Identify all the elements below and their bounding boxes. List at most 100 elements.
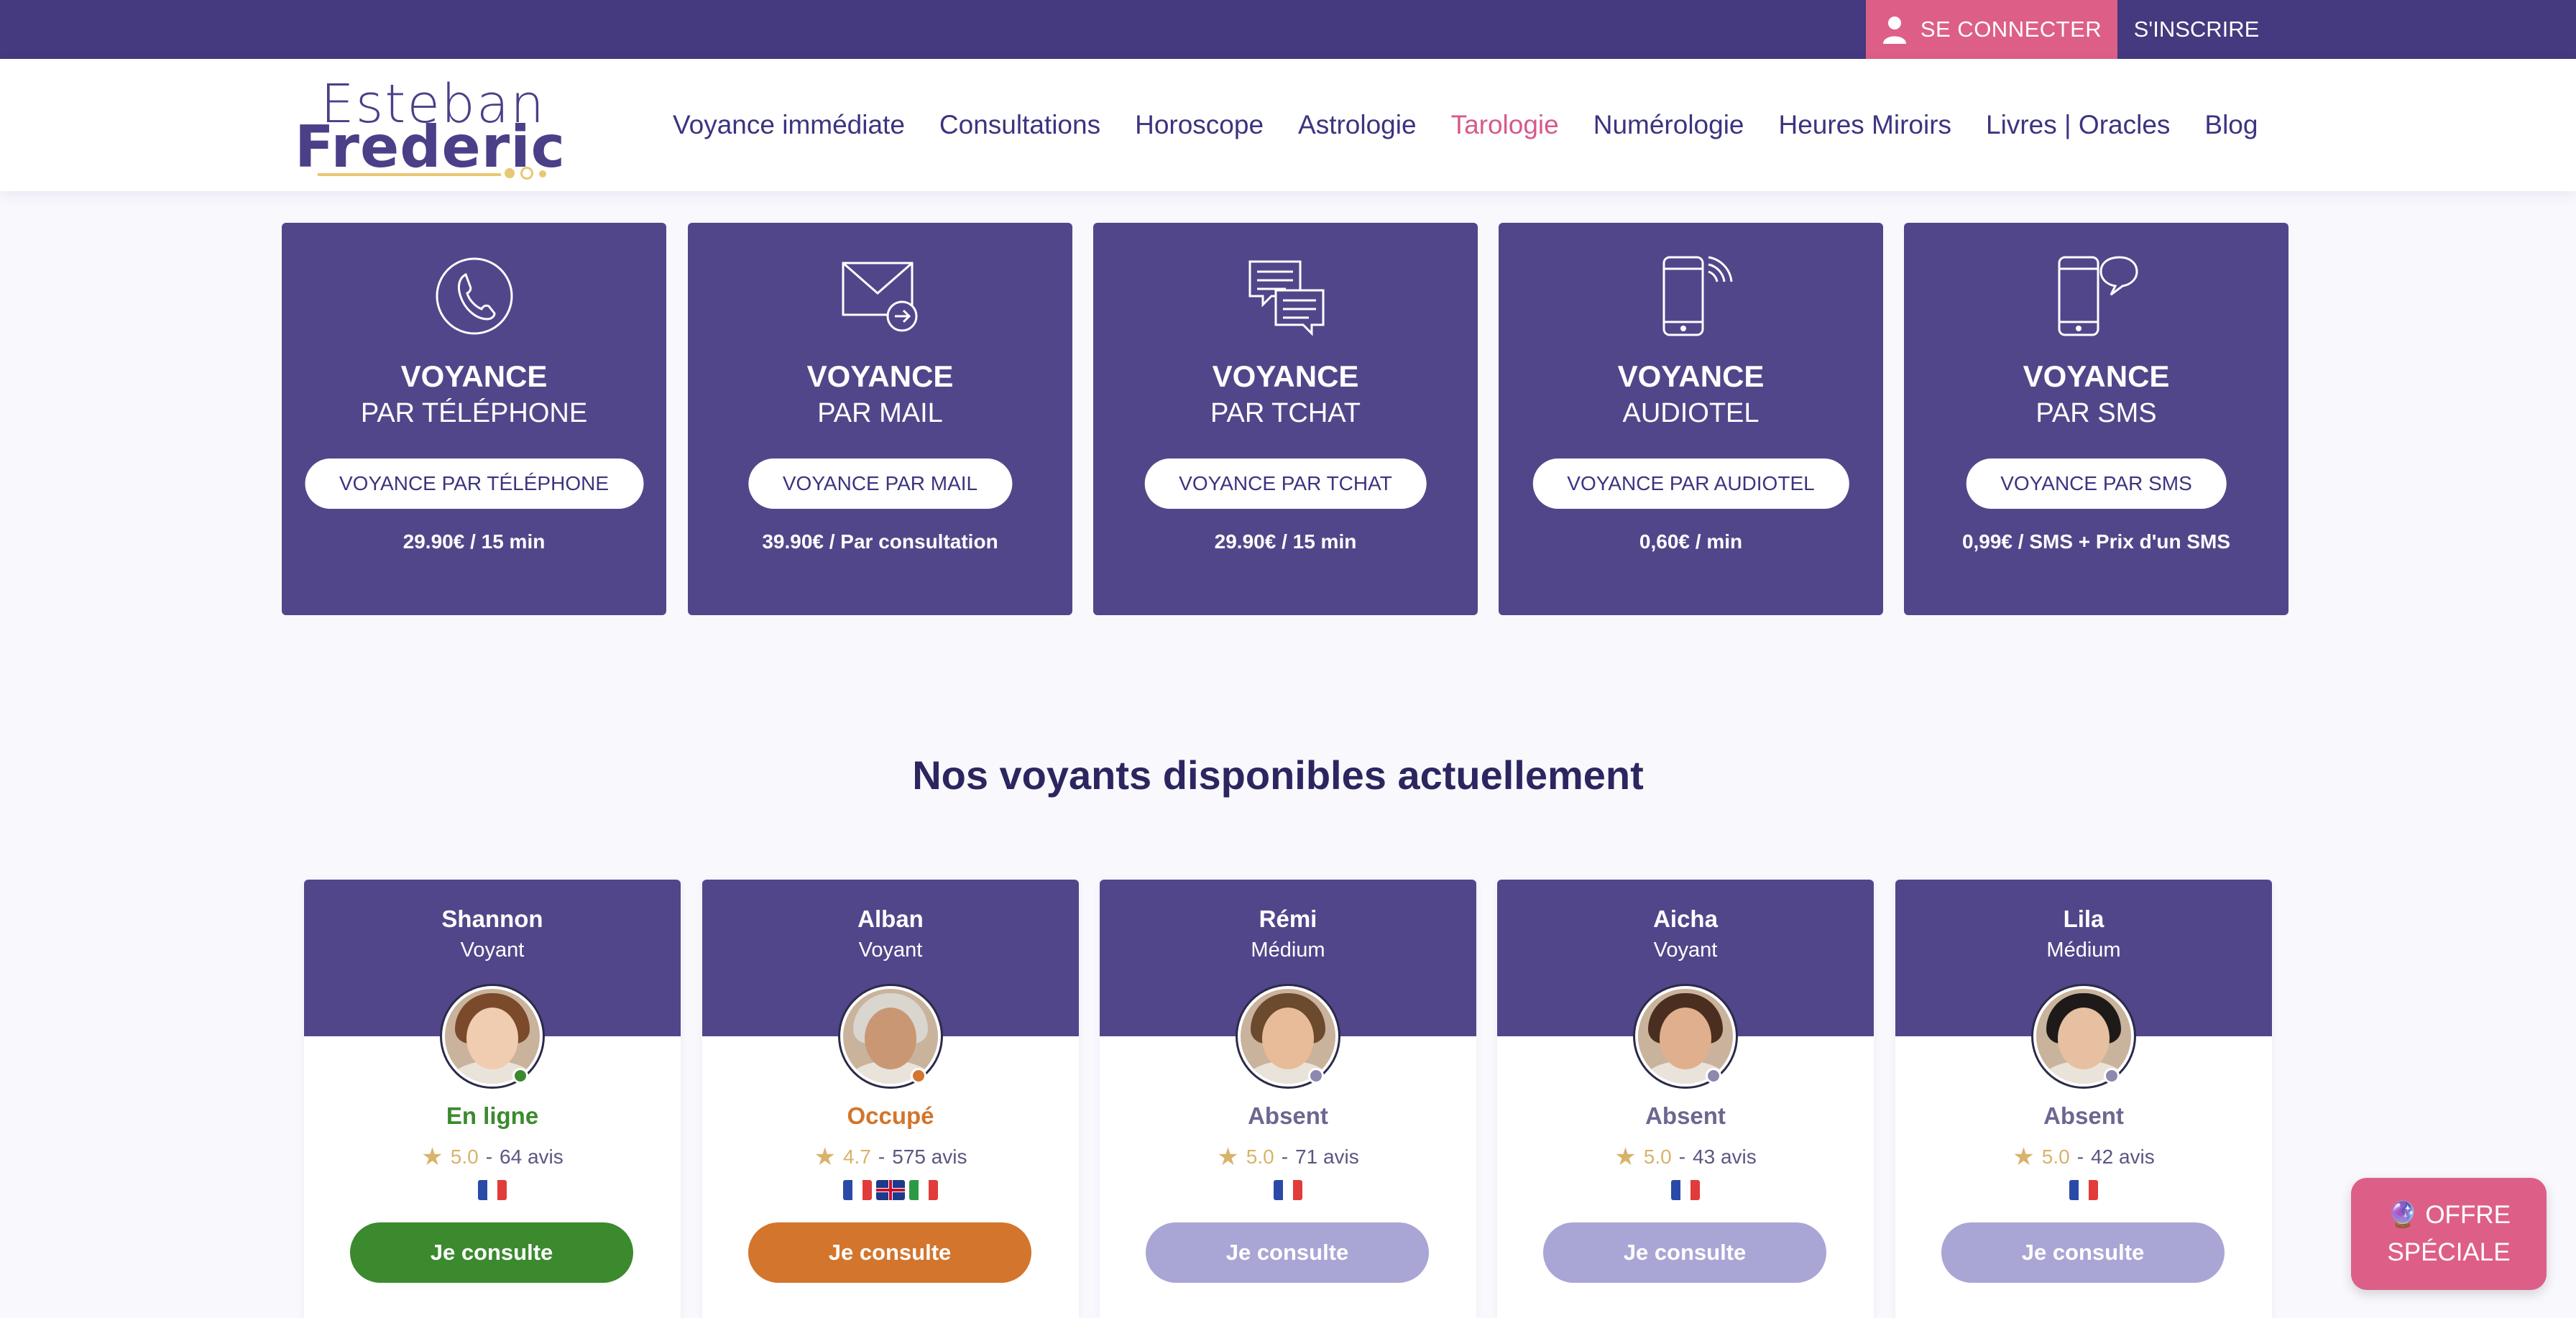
nav-item-livres-oracles[interactable]: Livres | Oracles [1986, 110, 2170, 140]
service-subtitle: PAR TCHAT [1093, 398, 1478, 429]
review-count: 43 avis [1693, 1146, 1757, 1169]
rating-value: 5.0 [451, 1146, 479, 1169]
star-icon: ★ [421, 1143, 443, 1171]
login-label: SE CONNECTER [1920, 17, 2102, 42]
star-icon: ★ [1217, 1143, 1238, 1171]
service-price: 29.90€ / 15 min [282, 530, 666, 553]
avatar[interactable] [1635, 986, 1736, 1087]
rating: ★ 4.7 - 575 avis [702, 1143, 1079, 1171]
service-button[interactable]: VOYANCE PAR TÉLÉPHONE [305, 458, 643, 509]
service-subtitle: AUDIOTEL [1499, 398, 1883, 429]
status-dot-icon [1706, 1068, 1721, 1084]
rating-value: 5.0 [1246, 1146, 1274, 1169]
status-text: En ligne [304, 1102, 681, 1130]
consult-button[interactable]: Je consulte [1146, 1222, 1429, 1283]
service-card-par-mail[interactable]: VOYANCE PAR MAIL VOYANCE PAR MAIL 39.90€… [688, 223, 1072, 615]
rating-separator: - [878, 1146, 885, 1169]
mail-icon [837, 253, 924, 339]
consult-button[interactable]: Je consulte [1941, 1222, 2225, 1283]
service-button[interactable]: VOYANCE PAR TCHAT [1144, 458, 1427, 509]
rating: ★ 5.0 - 71 avis [1100, 1143, 1476, 1171]
nav-item-astrologie[interactable]: Astrologie [1298, 110, 1417, 140]
login-button[interactable]: SE CONNECTER [1866, 0, 2117, 59]
avatar[interactable] [2033, 986, 2134, 1087]
service-button[interactable]: VOYANCE PAR AUDIOTEL [1532, 458, 1849, 509]
service-button[interactable]: VOYANCE PAR MAIL [748, 458, 1012, 509]
language-flags [304, 1180, 681, 1200]
psychic-card: Alban Voyant Occupé ★ 4.7 - 575 avis Je … [702, 880, 1079, 1318]
service-subtitle: PAR MAIL [688, 398, 1072, 429]
rating-value: 5.0 [1644, 1146, 1672, 1169]
status-text: Absent [1497, 1102, 1874, 1130]
psychic-name: Shannon [304, 905, 681, 933]
service-card-audiotel[interactable]: VOYANCE AUDIOTEL VOYANCE PAR AUDIOTEL 0,… [1499, 223, 1883, 615]
offer-line1: 🔮 OFFRE [2351, 1197, 2547, 1234]
flag-france-icon [1274, 1180, 1302, 1200]
avatar[interactable] [840, 986, 941, 1087]
rating-value: 5.0 [2042, 1146, 2070, 1169]
service-subtitle: PAR TÉLÉPHONE [282, 398, 666, 429]
nav-item-tarologie[interactable]: Tarologie [1451, 110, 1559, 140]
nav-item-num-rologie[interactable]: Numérologie [1593, 110, 1744, 140]
status-dot-icon [2104, 1068, 2120, 1084]
chat-icon [1243, 253, 1329, 339]
review-count: 42 avis [2091, 1146, 2155, 1169]
service-price: 0,60€ / min [1499, 530, 1883, 553]
status-text: Absent [1100, 1102, 1476, 1130]
service-button[interactable]: VOYANCE PAR SMS [1966, 458, 2227, 509]
review-count: 575 avis [892, 1146, 967, 1169]
psychic-name: Rémi [1100, 905, 1476, 933]
nav-item-horoscope[interactable]: Horoscope [1135, 110, 1264, 140]
logo-dot [539, 170, 546, 178]
consult-button[interactable]: Je consulte [748, 1222, 1031, 1283]
rating-separator: - [1679, 1146, 1685, 1169]
nav-item-blog[interactable]: Blog [2204, 110, 2258, 140]
star-icon: ★ [1614, 1143, 1636, 1171]
status-dot-icon [512, 1068, 528, 1084]
psychic-card: Aicha Voyant Absent ★ 5.0 - 43 avis Je c… [1497, 880, 1874, 1318]
service-title: VOYANCE [688, 359, 1072, 394]
avatar[interactable] [442, 986, 543, 1087]
service-card-par-tchat[interactable]: VOYANCE PAR TCHAT VOYANCE PAR TCHAT 29.9… [1093, 223, 1478, 615]
service-card-par-sms[interactable]: VOYANCE PAR SMS VOYANCE PAR SMS 0,99€ / … [1904, 223, 2288, 615]
star-icon: ★ [2012, 1143, 2034, 1171]
status-dot-icon [911, 1068, 926, 1084]
special-offer-button[interactable]: 🔮 OFFRE SPÉCIALE [2351, 1178, 2547, 1290]
rating: ★ 5.0 - 42 avis [1895, 1143, 2272, 1171]
service-card-par-t-l-phone[interactable]: VOYANCE PAR TÉLÉPHONE VOYANCE PAR TÉLÉPH… [282, 223, 666, 615]
section-title: Nos voyants disponibles actuellement [0, 752, 2556, 798]
rating-separator: - [2077, 1146, 2084, 1169]
signup-button[interactable]: S'INSCRIRE [2117, 0, 2276, 59]
flag-france-icon [1671, 1180, 1700, 1200]
psychic-role: Voyant [702, 939, 1079, 962]
flag-france-icon [478, 1180, 507, 1200]
site-logo[interactable]: Esteban Frederic [295, 69, 561, 184]
flag-italy-icon [909, 1180, 938, 1200]
consult-button[interactable]: Je consulte [350, 1222, 633, 1283]
avatar[interactable] [1238, 986, 1338, 1087]
service-price: 0,99€ / SMS + Prix d'un SMS [1904, 530, 2288, 553]
service-title: VOYANCE [1093, 359, 1478, 394]
status-text: Occupé [702, 1102, 1079, 1130]
avatar-face [1660, 1008, 1711, 1069]
logo-dot [520, 167, 533, 180]
psychic-role: Voyant [1497, 939, 1874, 962]
avatar-face [2058, 1008, 2110, 1069]
nav-item-consultations[interactable]: Consultations [939, 110, 1100, 140]
psychic-card: Lila Médium Absent ★ 5.0 - 42 avis Je co… [1895, 880, 2272, 1318]
psychic-name: Alban [702, 905, 1079, 933]
consult-button[interactable]: Je consulte [1543, 1222, 1826, 1283]
psychic-card: Rémi Médium Absent ★ 5.0 - 71 avis Je co… [1100, 880, 1476, 1318]
flag-france-icon [843, 1180, 872, 1200]
user-icon [1882, 15, 1908, 44]
nav-item-voyance-imm-diate[interactable]: Voyance immédiate [673, 110, 905, 140]
psychic-card: Shannon Voyant En ligne ★ 5.0 - 64 avis … [304, 880, 681, 1318]
mobile-sms-icon [2053, 253, 2140, 339]
avatar-face [1262, 1008, 1314, 1069]
psychic-role: Voyant [304, 939, 681, 962]
rating: ★ 5.0 - 43 avis [1497, 1143, 1874, 1171]
avatar-face [466, 1008, 518, 1069]
nav-item-heures-miroirs[interactable]: Heures Miroirs [1779, 110, 1952, 140]
top-bar: SE CONNECTER S'INSCRIRE [0, 0, 2576, 59]
star-icon: ★ [814, 1143, 835, 1171]
